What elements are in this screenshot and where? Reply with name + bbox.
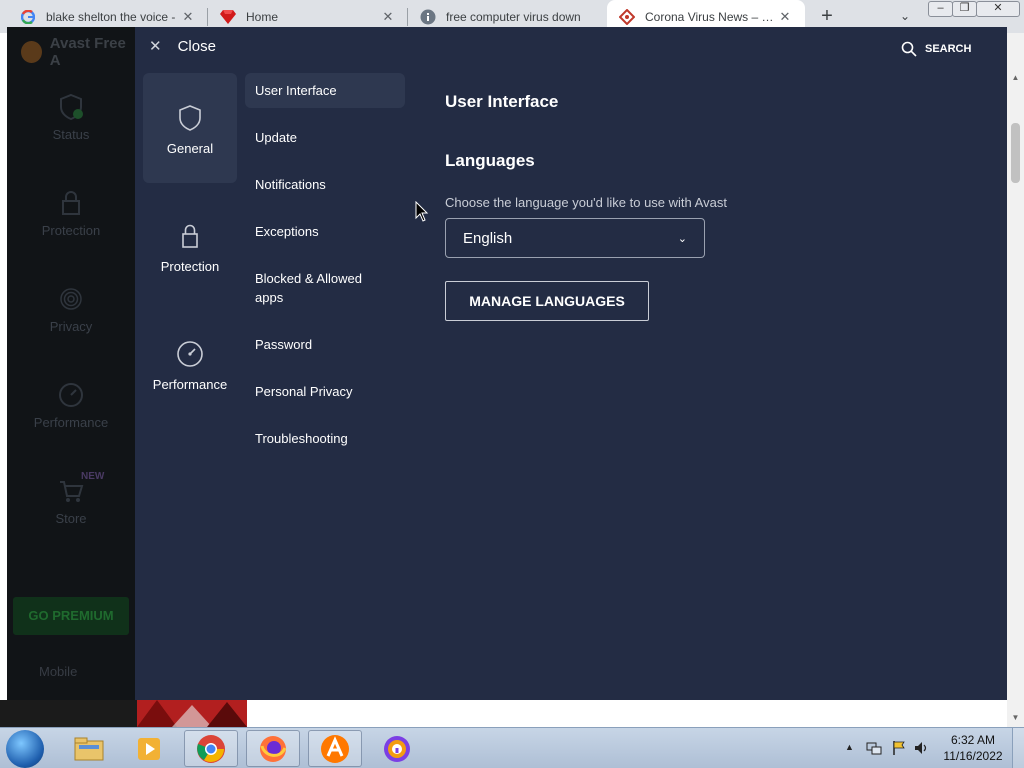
show-desktop-button[interactable] [1012, 728, 1024, 768]
sidebar-item-label: Store [55, 511, 87, 526]
tray-expand-icon[interactable]: ▲ [845, 742, 854, 752]
subsection-troubleshooting[interactable]: Troubleshooting [245, 421, 405, 456]
start-button[interactable] [6, 730, 44, 768]
tab-title: Corona Virus News – Cor [645, 9, 777, 24]
sidebar-item-privacy[interactable]: Privacy [7, 285, 135, 334]
clock-time: 6:32 AM [950, 733, 996, 747]
sidebar-item-label: Status [52, 127, 90, 142]
chevron-down-icon: ⌄ [677, 232, 687, 245]
page-thumbnail-image [137, 700, 247, 727]
lock-icon [62, 191, 80, 215]
action-center-flag-icon[interactable] [891, 740, 907, 756]
speedometer-icon [177, 341, 203, 367]
sidebar-item-performance[interactable]: Performance [7, 381, 135, 430]
taskbar-clock[interactable]: 6:32 AM 11/16/2022 [938, 732, 1008, 764]
tab-title: Home [246, 9, 279, 24]
mobile-link[interactable]: Mobile [39, 664, 77, 679]
go-premium-button[interactable]: GO PREMIUM [13, 597, 129, 635]
subsection-personal-privacy[interactable]: Personal Privacy [245, 374, 405, 409]
tab-search-chevron-icon[interactable]: ⌄ [895, 6, 915, 26]
subsection-notifications[interactable]: Notifications [245, 167, 405, 202]
close-label: Close [177, 37, 216, 55]
close-settings-button[interactable]: ✕ Close [149, 37, 216, 56]
mouse-cursor-icon [415, 201, 429, 222]
close-tab-icon[interactable]: ✕ [380, 9, 396, 25]
page-content-area [247, 700, 1007, 727]
category-label: General [166, 141, 214, 156]
news-diamond-icon [619, 8, 635, 25]
language-select-value: English [463, 229, 513, 247]
page-scrollbar[interactable]: ▲ ▼ [1007, 33, 1024, 727]
tab-title: free computer virus down [446, 9, 581, 24]
explorer-icon[interactable] [62, 730, 116, 767]
minimize-button[interactable]: – [928, 1, 953, 17]
avast-sidebar: Avast Free A Status Protection Privacy P… [7, 27, 135, 700]
sidebar-item-label: Performance [33, 415, 109, 430]
category-performance[interactable]: Performance [143, 309, 237, 419]
windows-taskbar: ▲ 6:32 AM 11/16/2022 [0, 727, 1024, 768]
google-icon [20, 9, 36, 25]
sidebar-item-label: Privacy [49, 319, 93, 334]
avast-logo-icon [21, 41, 42, 63]
lock-icon [182, 224, 198, 248]
sidebar-item-store[interactable]: Store [7, 477, 135, 526]
page-title: User Interface [445, 92, 559, 111]
category-label: Protection [160, 259, 220, 274]
app-title-text: Avast Free A [49, 35, 126, 69]
search-icon [901, 41, 917, 57]
firefox-icon[interactable] [246, 730, 300, 767]
tab-title: blake shelton the voice - [46, 9, 176, 24]
subsection-blocked-allowed-apps[interactable]: Blocked & Allowed apps [245, 261, 395, 315]
scroll-up-icon[interactable]: ▲ [1007, 73, 1024, 87]
shield-icon [179, 105, 201, 131]
maximize-button[interactable]: ❐ [952, 1, 977, 17]
category-general[interactable]: General [143, 73, 237, 183]
info-icon [420, 9, 436, 25]
subsection-user-interface[interactable]: User Interface [245, 73, 405, 108]
settings-search-button[interactable]: SEARCH [901, 41, 971, 57]
subsection-password[interactable]: Password [245, 327, 405, 362]
new-tab-button[interactable]: + [816, 6, 838, 28]
category-protection[interactable]: Protection [143, 191, 237, 301]
cart-icon [60, 481, 84, 502]
languages-description: Choose the language you'd like to use wi… [445, 195, 727, 210]
page-background-image [0, 700, 137, 727]
chrome-icon[interactable] [184, 730, 238, 767]
fingerprint-icon [60, 288, 82, 310]
close-tab-icon[interactable]: ✕ [180, 9, 196, 25]
close-tab-icon[interactable]: ✕ [777, 9, 793, 25]
subsection-exceptions[interactable]: Exceptions [245, 214, 405, 249]
avast-window: Avast Free A Status Protection Privacy P… [7, 27, 1007, 700]
clock-date: 11/16/2022 [943, 749, 1003, 763]
speedometer-icon [59, 383, 83, 407]
volume-icon[interactable] [914, 740, 930, 756]
sidebar-item-status[interactable]: Status [7, 93, 135, 142]
manage-languages-button[interactable]: MANAGE LANGUAGES [445, 281, 649, 321]
sidebar-item-protection[interactable]: Protection [7, 189, 135, 238]
search-label: SEARCH [925, 43, 972, 55]
close-window-button[interactable]: ✕ [976, 1, 1020, 17]
category-label: Performance [152, 377, 228, 392]
scrollbar-thumb[interactable] [1011, 123, 1020, 183]
language-select[interactable]: English ⌄ [445, 218, 705, 258]
ruby-gem-icon [220, 9, 236, 25]
sidebar-item-label: Protection [41, 223, 101, 238]
media-player-icon[interactable] [122, 730, 176, 767]
subsection-update[interactable]: Update [245, 120, 405, 155]
avast-icon[interactable] [308, 730, 362, 767]
avast-secure-browser-icon[interactable] [370, 730, 424, 767]
scroll-down-icon[interactable]: ▼ [1007, 713, 1024, 727]
avast-app-title: Avast Free A [21, 35, 135, 69]
shield-check-icon [60, 93, 83, 121]
languages-heading: Languages [445, 151, 535, 170]
settings-panel: ✕ Close SEARCH General Protection Perfor… [135, 27, 1007, 700]
network-icon[interactable] [866, 740, 882, 756]
close-icon: ✕ [149, 38, 162, 55]
